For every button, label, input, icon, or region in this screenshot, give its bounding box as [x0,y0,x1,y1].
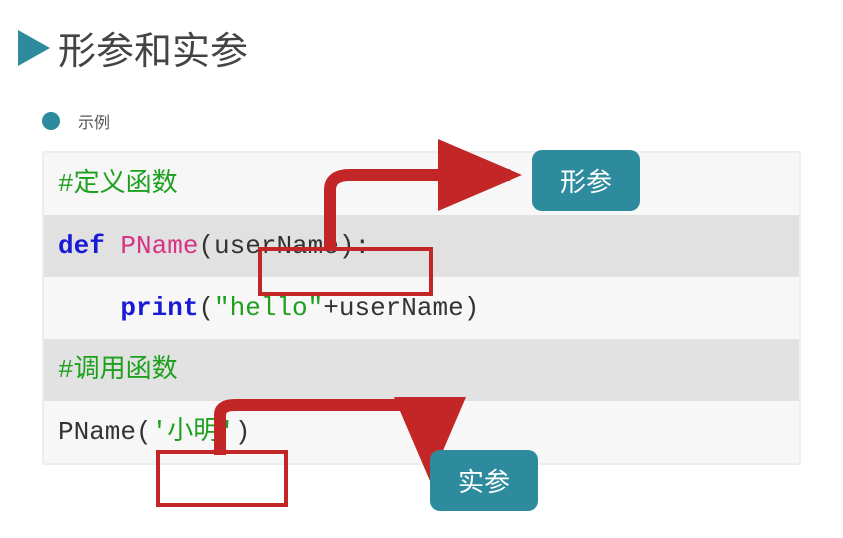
code-comment-call: #调用函数 [44,339,799,401]
dot-bullet-icon [42,112,60,130]
plus-expr: +userName) [323,293,479,323]
slide-header: 形参和实参 [0,0,843,85]
paren-open: ( [198,293,214,323]
triangle-bullet-icon [18,30,50,66]
subtitle-row: 示例 [42,109,843,133]
function-name: PName [120,231,198,261]
string-literal: "hello" [214,293,323,323]
subtitle-label: 示例 [78,109,110,133]
call-name: PName [58,417,136,447]
arrow-to-actual [200,395,450,495]
badge-actual-param: 实参 [430,450,538,511]
call-open: ( [136,417,152,447]
slide-title: 形参和实参 [58,20,248,75]
keyword-print: print [120,293,198,323]
badge-formal-param: 形参 [532,150,640,211]
arrow-to-formal [300,160,540,260]
keyword-def: def [58,231,120,261]
indent [58,293,120,323]
